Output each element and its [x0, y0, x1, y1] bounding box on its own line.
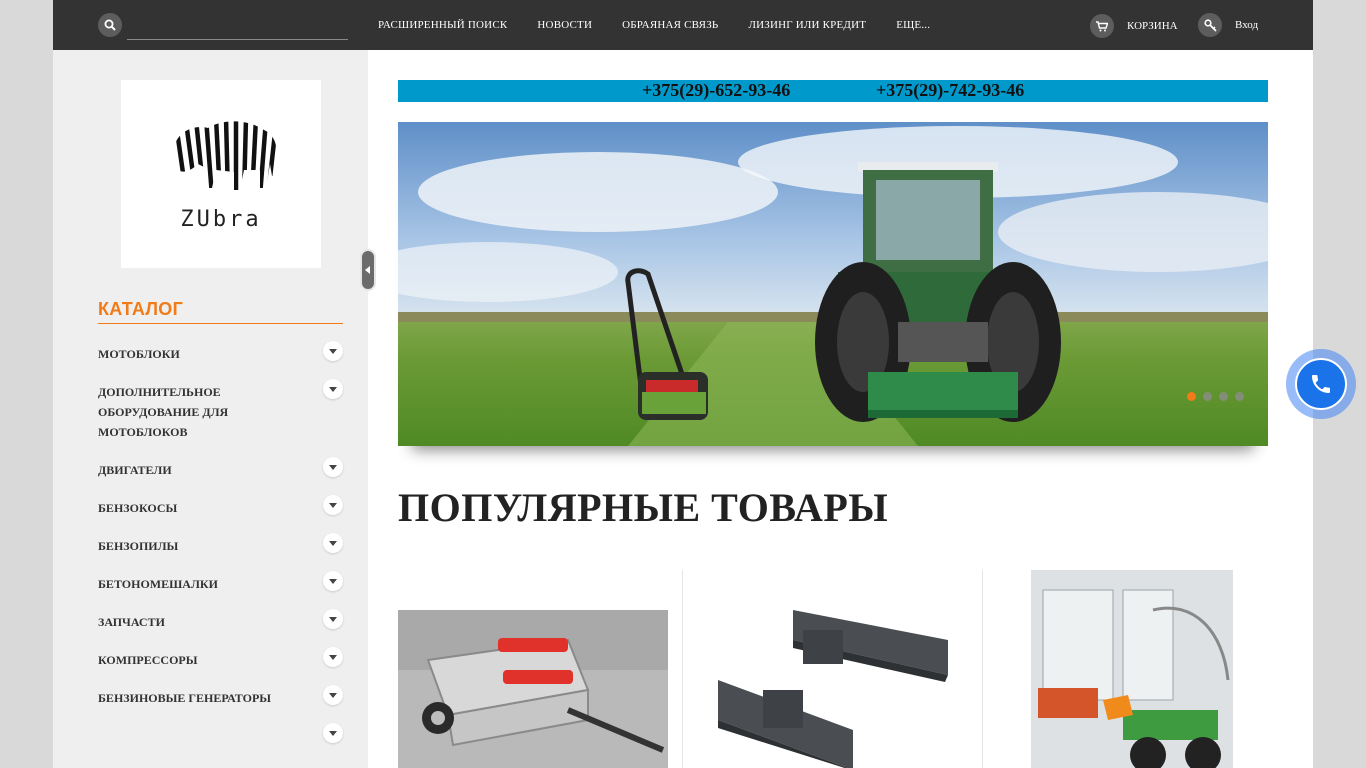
key-icon: [1198, 13, 1222, 37]
chevron-down-icon[interactable]: [323, 341, 343, 361]
login-link[interactable]: Вход: [1198, 13, 1258, 37]
collapse-left-icon: [365, 266, 370, 274]
cart-label: КОРЗИНА: [1127, 20, 1178, 32]
category-label: БЕНЗИНОВЫЕ ГЕНЕРАТОРЫ: [98, 691, 272, 705]
nav-feedback[interactable]: ОБРАЯНАЯ СВЯЗЬ: [622, 19, 718, 31]
category-item[interactable]: БЕНЗИНОВЫЕ ГЕНЕРАТОРЫ: [98, 682, 343, 720]
phone-bar: +375(29)-652-93-46 +375(29)-742-93-46: [398, 80, 1268, 102]
product-card[interactable]: [982, 570, 1268, 768]
slider-dot-3[interactable]: [1219, 392, 1228, 401]
search-icon: [104, 19, 116, 31]
nav-leasing-credit[interactable]: ЛИЗИНГ ИЛИ КРЕДИТ: [748, 19, 866, 31]
chevron-down-icon[interactable]: [323, 533, 343, 553]
tractor-banner-image: [398, 122, 1268, 446]
chevron-down-icon[interactable]: [323, 647, 343, 667]
catalog-title: КАТАЛОГ: [98, 299, 343, 324]
logo[interactable]: ZUbra: [121, 80, 321, 268]
category-label: БЕТОНОМЕШАЛКИ: [98, 577, 218, 591]
search-button[interactable]: [98, 13, 122, 37]
cart-icon: [1090, 14, 1114, 38]
nav-news[interactable]: НОВОСТИ: [537, 19, 592, 31]
main-nav: РАСШИРЕННЫЙ ПОИСК НОВОСТИ ОБРАЯНАЯ СВЯЗЬ…: [378, 0, 960, 50]
zubra-logo-image: ZUbra: [170, 121, 278, 232]
category-item[interactable]: БЕНЗОПИЛЫ: [98, 530, 343, 568]
walk-behind-tractor-image[interactable]: [983, 570, 1269, 768]
banner-slider[interactable]: [398, 122, 1268, 446]
login-label: Вход: [1235, 19, 1259, 31]
category-item[interactable]: БЕНЗОКОСЫ: [98, 492, 343, 530]
category-item[interactable]: МОТОБЛОКИ: [98, 338, 343, 376]
product-card[interactable]: [682, 570, 982, 768]
slider-dots: [1180, 392, 1244, 401]
search-input[interactable]: [127, 10, 348, 40]
category-label: БЕНЗОПИЛЫ: [98, 539, 179, 553]
category-item[interactable]: ДОПОЛНИТЕЛЬНОЕ ОБОРУДОВАНИЕ ДЛЯ МОТОБЛОК…: [98, 376, 343, 454]
blade-product-image[interactable]: [683, 570, 983, 768]
phone-icon: [1312, 375, 1330, 393]
slider-dot-4[interactable]: [1235, 392, 1244, 401]
popular-products-title: ПОПУЛЯРНЫЕ ТОВАРЫ: [398, 485, 889, 530]
nav-advanced-search[interactable]: РАСШИРЕННЫЙ ПОИСК: [378, 19, 507, 31]
svg-text:ZUbra: ZUbra: [180, 207, 261, 232]
category-label: КОМПРЕССОРЫ: [98, 653, 198, 667]
chevron-down-icon[interactable]: [323, 495, 343, 515]
slider-dot-1[interactable]: [1187, 392, 1196, 401]
top-navigation-bar: РАСШИРЕННЫЙ ПОИСК НОВОСТИ ОБРАЯНАЯ СВЯЗЬ…: [53, 0, 1313, 50]
category-list: МОТОБЛОКИ ДОПОЛНИТЕЛЬНОЕ ОБОРУДОВАНИЕ ДЛ…: [98, 338, 343, 743]
trailer-product-image[interactable]: [398, 570, 668, 768]
page: РАСШИРЕННЫЙ ПОИСК НОВОСТИ ОБРАЯНАЯ СВЯЗЬ…: [53, 0, 1313, 768]
slider-dot-2[interactable]: [1203, 392, 1212, 401]
nav-more[interactable]: ЕЩЕ...: [896, 19, 930, 31]
phone-number-2[interactable]: +375(29)-742-93-46: [876, 80, 1024, 101]
product-card[interactable]: [398, 570, 682, 768]
sidebar: ZUbra КАТАЛОГ МОТОБЛОКИ ДОПОЛНИТЕЛЬНОЕ О…: [53, 50, 376, 768]
chevron-down-icon[interactable]: [323, 685, 343, 705]
product-grid: [398, 570, 1268, 768]
chevron-down-icon[interactable]: [323, 571, 343, 591]
chevron-down-icon[interactable]: [323, 609, 343, 629]
category-label: ДВИГАТЕЛИ: [98, 463, 172, 477]
category-item[interactable]: ЗАПЧАСТИ: [98, 606, 343, 644]
category-item[interactable]: ДВИГАТЕЛИ: [98, 454, 343, 492]
cart-link[interactable]: КОРЗИНА: [1090, 14, 1178, 38]
sidebar-collapse-handle[interactable]: [360, 249, 376, 291]
chevron-down-icon[interactable]: [323, 457, 343, 477]
category-item[interactable]: БЕТОНОМЕШАЛКИ: [98, 568, 343, 606]
category-item[interactable]: КОМПРЕССОРЫ: [98, 644, 343, 682]
category-label: ДОПОЛНИТЕЛЬНОЕ ОБОРУДОВАНИЕ ДЛЯ МОТОБЛОК…: [98, 385, 229, 439]
call-button[interactable]: [1286, 349, 1356, 419]
chevron-down-icon[interactable]: [323, 723, 343, 743]
category-item[interactable]: [98, 720, 343, 743]
category-label: БЕНЗОКОСЫ: [98, 501, 178, 515]
phone-number-1[interactable]: +375(29)-652-93-46: [642, 80, 790, 101]
chevron-down-icon[interactable]: [323, 379, 343, 399]
category-label: ЗАПЧАСТИ: [98, 615, 165, 629]
category-label: МОТОБЛОКИ: [98, 347, 180, 361]
call-button-inner: [1295, 358, 1347, 410]
